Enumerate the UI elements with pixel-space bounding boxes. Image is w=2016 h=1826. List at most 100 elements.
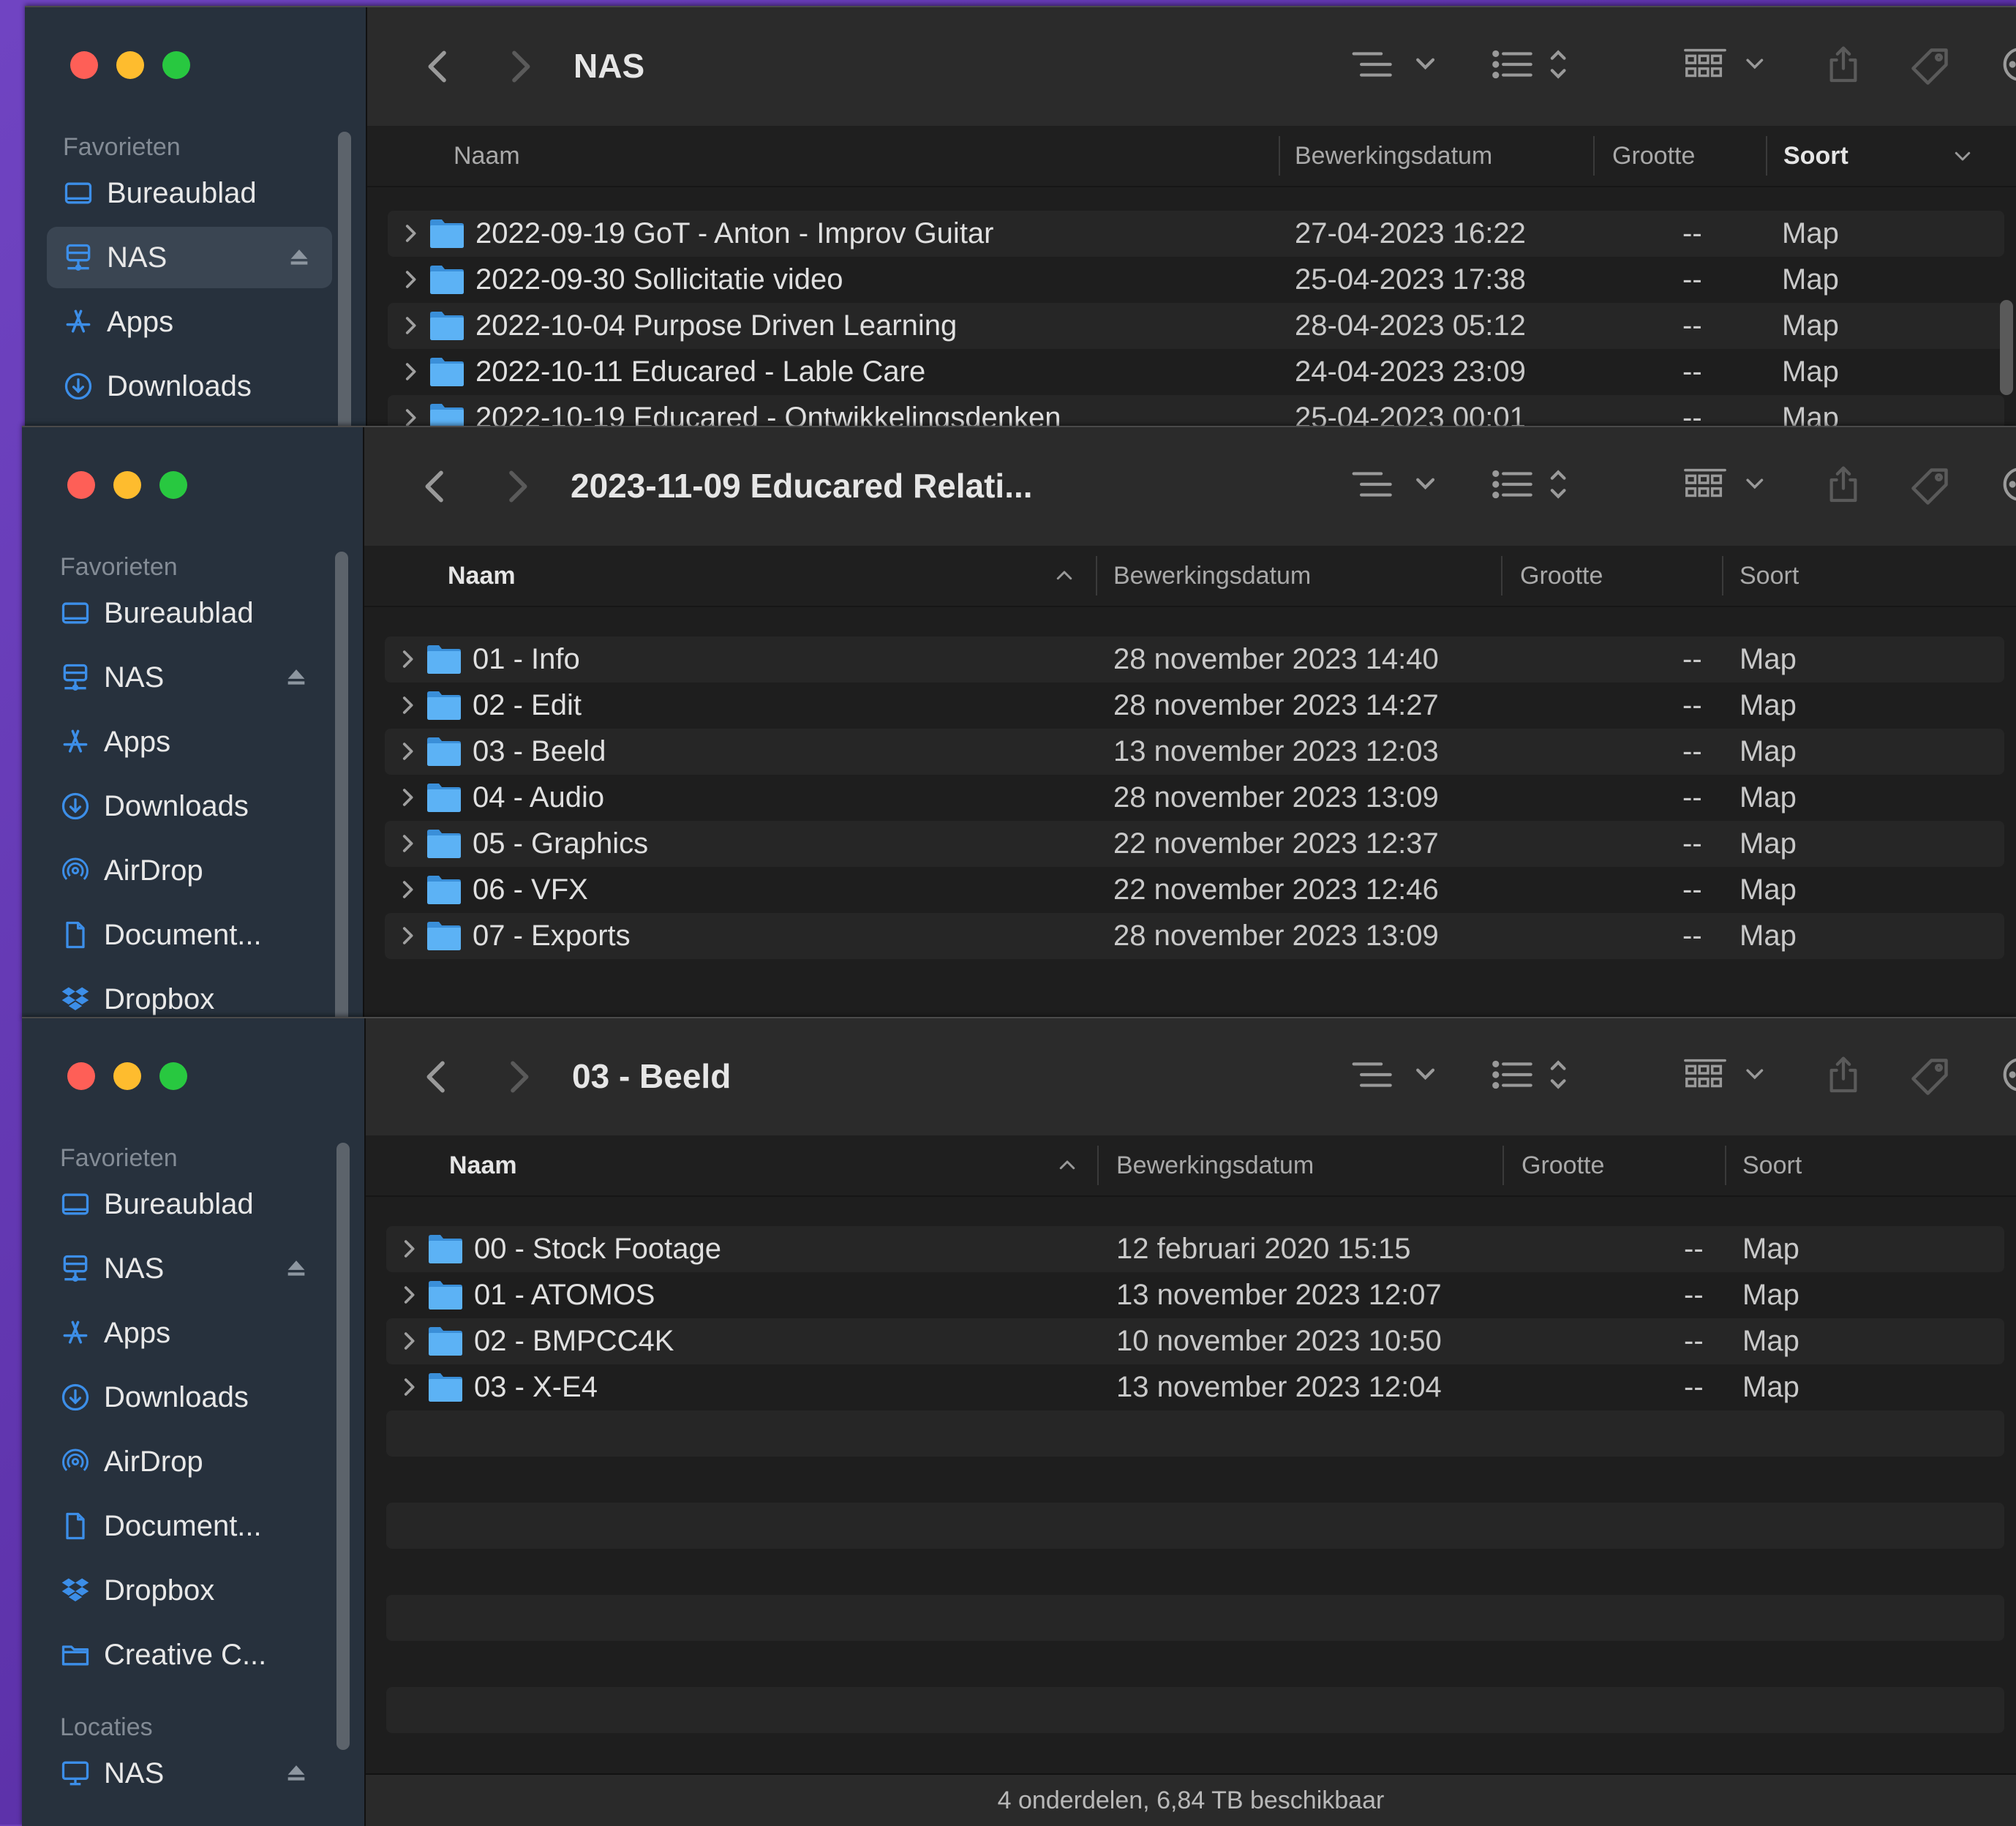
- chevron-right-icon[interactable]: [395, 831, 420, 856]
- chevron-right-icon[interactable]: [395, 739, 420, 764]
- sidebar-item-bureaublad[interactable]: Bureaublad: [47, 162, 332, 224]
- column-separator[interactable]: [1279, 136, 1280, 176]
- sidebar-item-apps[interactable]: Apps: [44, 711, 329, 773]
- chevron-right-icon[interactable]: [398, 359, 423, 384]
- sidebar-scrollbar[interactable]: [338, 132, 351, 427]
- list-item[interactable]: 01 - ATOMOS 13 november 2023 12:07 -- Map: [386, 1272, 2004, 1318]
- close-button[interactable]: [67, 471, 95, 499]
- sidebar-item-downloads[interactable]: Downloads: [44, 1367, 329, 1428]
- tag-button[interactable]: [1908, 1055, 1952, 1099]
- column-separator[interactable]: [1722, 556, 1723, 595]
- tag-button[interactable]: [1908, 465, 1952, 508]
- column-header-date[interactable]: Bewerkingsdatum: [1116, 1135, 1314, 1195]
- column-separator[interactable]: [1766, 136, 1767, 176]
- sidebar-scrollbar[interactable]: [336, 1143, 350, 1750]
- chevron-right-icon[interactable]: [395, 923, 420, 948]
- column-header-date[interactable]: Bewerkingsdatum: [1113, 546, 1311, 606]
- sidebar-item-nas[interactable]: NAS: [44, 1238, 329, 1299]
- view-options-button[interactable]: [1350, 466, 1443, 503]
- eject-icon[interactable]: [284, 1255, 309, 1280]
- sidebar-item-apps[interactable]: Apps: [44, 1302, 329, 1364]
- column-header-kind[interactable]: Soort: [1783, 126, 1848, 186]
- column-header-size[interactable]: Grootte: [1520, 546, 1603, 606]
- chevron-right-icon[interactable]: [395, 693, 420, 718]
- list-item[interactable]: 05 - Graphics 22 november 2023 12:37 -- Map: [385, 821, 2004, 867]
- more-actions-button[interactable]: [2000, 466, 2016, 503]
- forward-button[interactable]: [499, 46, 540, 87]
- list-scrollbar[interactable]: [2000, 300, 2013, 395]
- forward-button[interactable]: [497, 1056, 538, 1097]
- chevron-right-icon[interactable]: [398, 313, 423, 338]
- sidebar-item-nas[interactable]: NAS: [44, 647, 329, 708]
- back-button[interactable]: [417, 1056, 458, 1097]
- column-separator[interactable]: [1096, 556, 1097, 595]
- group-button[interactable]: [1682, 46, 1773, 83]
- list-item[interactable]: 07 - Exports 28 november 2023 13:09 -- Map: [385, 913, 2004, 959]
- sidebar-item-creative-c[interactable]: Creative C...: [44, 1624, 329, 1686]
- tag-button[interactable]: [1908, 45, 1952, 89]
- list-item[interactable]: 00 - Stock Footage 12 februari 2020 15:15…: [386, 1226, 2004, 1272]
- sidebar-item-apps[interactable]: Apps: [47, 291, 332, 353]
- column-header-size[interactable]: Grootte: [1612, 126, 1695, 186]
- back-button[interactable]: [418, 46, 459, 87]
- sidebar-item-document[interactable]: Document...: [44, 1495, 329, 1557]
- eject-icon[interactable]: [287, 244, 312, 269]
- column-header-name[interactable]: Naam: [448, 546, 516, 606]
- chevron-right-icon[interactable]: [398, 221, 423, 246]
- sort-list-button[interactable]: [1491, 466, 1583, 503]
- sidebar-item-airdrop[interactable]: AirDrop: [44, 1431, 329, 1492]
- list-item[interactable]: 03 - X-E4 13 november 2023 12:04 -- Map: [386, 1364, 2004, 1410]
- share-button[interactable]: [1823, 1053, 1864, 1097]
- group-button[interactable]: [1682, 466, 1773, 503]
- chevron-right-icon[interactable]: [395, 647, 420, 672]
- chevron-up-icon[interactable]: [1056, 1154, 1078, 1176]
- chevron-right-icon[interactable]: [396, 1282, 421, 1307]
- column-separator[interactable]: [1502, 1146, 1504, 1185]
- column-header-size[interactable]: Grootte: [1522, 1135, 1604, 1195]
- sidebar-item-document[interactable]: Document...: [44, 904, 329, 966]
- chevron-right-icon[interactable]: [395, 785, 420, 810]
- column-separator[interactable]: [1501, 556, 1502, 595]
- chevron-right-icon[interactable]: [396, 1329, 421, 1353]
- close-button[interactable]: [67, 1062, 95, 1090]
- column-header-name[interactable]: Naam: [454, 126, 520, 186]
- column-separator[interactable]: [1593, 136, 1595, 176]
- sidebar-item-dropbox[interactable]: Dropbox: [44, 1560, 329, 1621]
- list-item[interactable]: 03 - Beeld 13 november 2023 12:03 -- Map: [385, 729, 2004, 775]
- eject-icon[interactable]: [284, 664, 309, 689]
- chevron-right-icon[interactable]: [398, 405, 423, 427]
- column-header-name[interactable]: Naam: [449, 1135, 517, 1195]
- list-item[interactable]: 2022-10-04 Purpose Driven Learning 28-04-…: [388, 303, 2004, 349]
- zoom-button[interactable]: [159, 1062, 187, 1090]
- forward-button[interactable]: [496, 466, 537, 507]
- sidebar-item-downloads[interactable]: Downloads: [47, 356, 332, 417]
- chevron-up-icon[interactable]: [1053, 565, 1075, 587]
- chevron-down-icon[interactable]: [1952, 145, 1974, 167]
- sidebar-item-bureaublad[interactable]: Bureaublad: [44, 1173, 329, 1235]
- sort-list-button[interactable]: [1491, 46, 1583, 83]
- eject-icon[interactable]: [284, 1760, 309, 1785]
- sidebar-item-downloads[interactable]: Downloads: [44, 775, 329, 837]
- chevron-right-icon[interactable]: [396, 1236, 421, 1261]
- chevron-right-icon[interactable]: [398, 267, 423, 292]
- sort-list-button[interactable]: [1491, 1056, 1583, 1093]
- list-item[interactable]: 06 - VFX 22 november 2023 12:46 -- Map: [385, 867, 2004, 913]
- list-item[interactable]: 04 - Audio 28 november 2023 13:09 -- Map: [385, 775, 2004, 821]
- share-button[interactable]: [1823, 43, 1864, 87]
- column-header-date[interactable]: Bewerkingsdatum: [1295, 126, 1492, 186]
- back-button[interactable]: [415, 466, 456, 507]
- zoom-button[interactable]: [162, 51, 190, 79]
- more-actions-button[interactable]: [2000, 46, 2016, 83]
- sidebar-item-airdrop[interactable]: AirDrop: [44, 840, 329, 901]
- zoom-button[interactable]: [159, 471, 187, 499]
- minimize-button[interactable]: [113, 1062, 141, 1090]
- list-item[interactable]: 01 - Info 28 november 2023 14:40 -- Map: [385, 636, 2004, 683]
- sidebar-scrollbar[interactable]: [335, 552, 348, 1020]
- column-header-kind[interactable]: Soort: [1742, 1135, 1802, 1195]
- sidebar-item-dropbox[interactable]: Dropbox: [44, 969, 329, 1020]
- sidebar-item-nas[interactable]: NAS: [47, 227, 332, 288]
- chevron-right-icon[interactable]: [396, 1375, 421, 1399]
- minimize-button[interactable]: [113, 471, 141, 499]
- share-button[interactable]: [1823, 463, 1864, 507]
- column-header-kind[interactable]: Soort: [1739, 546, 1799, 606]
